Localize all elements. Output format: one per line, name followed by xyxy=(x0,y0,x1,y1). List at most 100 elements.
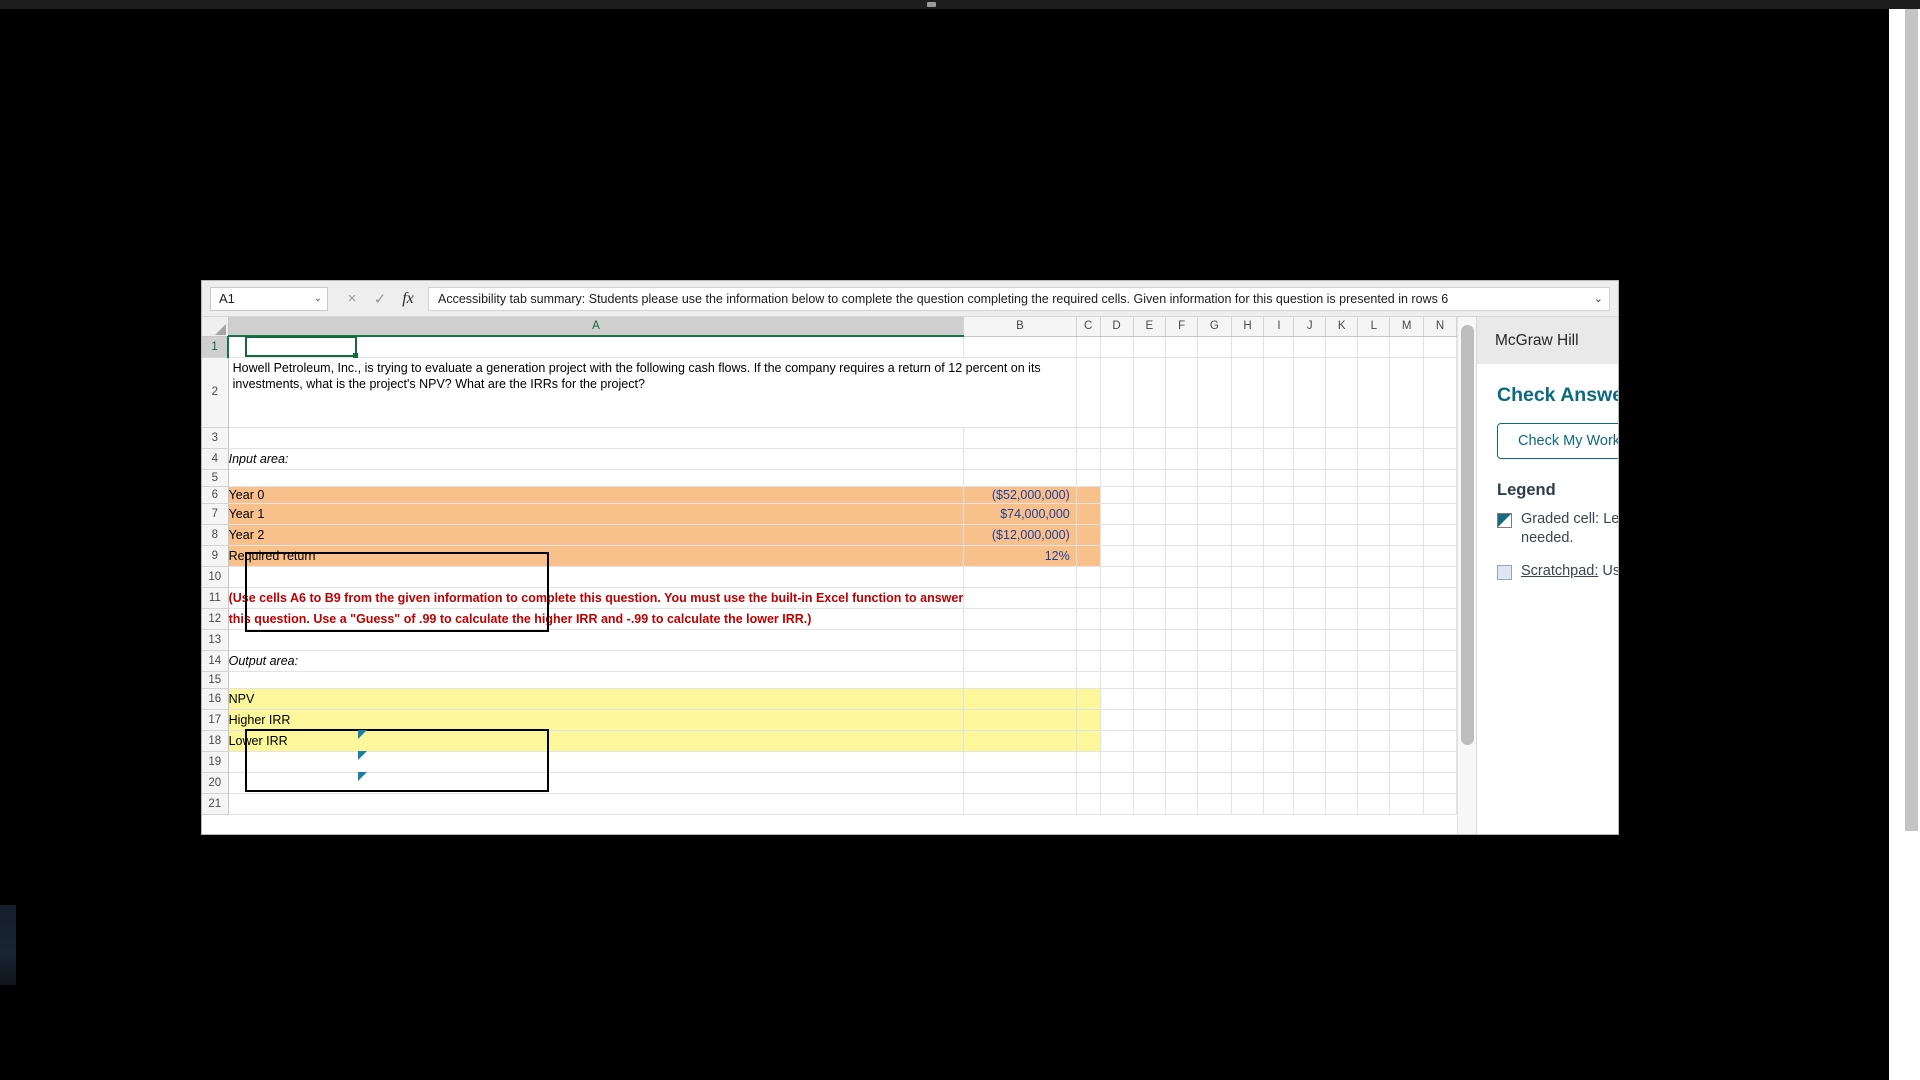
cell-h11[interactable] xyxy=(1231,587,1265,609)
column-header-l[interactable]: L xyxy=(1357,317,1391,337)
check-my-work-button[interactable]: Check My Work xyxy=(1497,423,1618,459)
cell-k15[interactable] xyxy=(1325,671,1359,689)
cell-c10[interactable] xyxy=(1076,566,1101,588)
cell-n2[interactable] xyxy=(1423,357,1457,428)
column-header-f[interactable]: F xyxy=(1165,317,1199,337)
cell-j21[interactable] xyxy=(1293,793,1326,815)
cell-e8[interactable] xyxy=(1133,524,1167,546)
cell-j8[interactable] xyxy=(1293,524,1326,546)
cell-e13[interactable] xyxy=(1133,629,1167,651)
cell-k19[interactable] xyxy=(1325,751,1359,773)
cell-n1[interactable] xyxy=(1423,336,1457,358)
cell-h13[interactable] xyxy=(1231,629,1265,651)
cell-e9[interactable] xyxy=(1133,545,1167,567)
column-header-a[interactable]: A xyxy=(228,317,965,337)
cell-a3[interactable] xyxy=(228,427,965,449)
cell-j14[interactable] xyxy=(1293,650,1326,672)
cell-i8[interactable] xyxy=(1263,524,1295,546)
column-header-j[interactable]: J xyxy=(1293,317,1326,337)
cell-b17[interactable] xyxy=(963,709,1077,731)
cell-g11[interactable] xyxy=(1197,587,1232,609)
window-scrollbar-track[interactable] xyxy=(1889,9,1903,1080)
cell-f19[interactable] xyxy=(1165,751,1199,773)
cell-h18[interactable] xyxy=(1231,730,1265,752)
cell-e1[interactable] xyxy=(1133,336,1167,358)
cell-h2[interactable] xyxy=(1231,357,1265,428)
cell-a10[interactable] xyxy=(228,566,965,588)
row-header-8[interactable]: 8 xyxy=(202,524,229,546)
cell-b16[interactable] xyxy=(963,688,1077,710)
cell-g4[interactable] xyxy=(1197,448,1232,470)
cell-l6[interactable] xyxy=(1357,486,1391,504)
cell-n17[interactable] xyxy=(1423,709,1457,731)
scratchpad-link[interactable]: Scratchpad: xyxy=(1521,563,1598,579)
cell-e20[interactable] xyxy=(1133,772,1167,794)
cell-f5[interactable] xyxy=(1165,469,1199,487)
cell-m16[interactable] xyxy=(1389,688,1424,710)
cell-c20[interactable] xyxy=(1076,772,1101,794)
cell-c3[interactable] xyxy=(1076,427,1101,449)
cell-i16[interactable] xyxy=(1263,688,1295,710)
formula-input[interactable]: Accessibility tab summary: Students plea… xyxy=(428,286,1610,311)
cell-c15[interactable] xyxy=(1076,671,1101,689)
cell-f21[interactable] xyxy=(1165,793,1199,815)
cell-b13[interactable] xyxy=(963,629,1077,651)
cell-i19[interactable] xyxy=(1263,751,1295,773)
cell-i14[interactable] xyxy=(1263,650,1295,672)
cell-g20[interactable] xyxy=(1197,772,1232,794)
cell-a17[interactable]: Higher IRR xyxy=(228,709,965,731)
cell-j13[interactable] xyxy=(1293,629,1326,651)
cell-c12[interactable] xyxy=(1076,608,1101,630)
cell-n16[interactable] xyxy=(1423,688,1457,710)
cell-b6[interactable]: ($52,000,000) xyxy=(963,486,1077,504)
row-header-3[interactable]: 3 xyxy=(202,427,229,449)
cell-g18[interactable] xyxy=(1197,730,1232,752)
cell-i10[interactable] xyxy=(1263,566,1295,588)
row-header-20[interactable]: 20 xyxy=(202,772,229,794)
cell-e12[interactable] xyxy=(1133,608,1167,630)
cell-g10[interactable] xyxy=(1197,566,1232,588)
cell-i12[interactable] xyxy=(1263,608,1295,630)
cell-k17[interactable] xyxy=(1325,709,1359,731)
cell-j12[interactable] xyxy=(1293,608,1326,630)
cell-c16[interactable] xyxy=(1076,688,1101,710)
cell-m4[interactable] xyxy=(1389,448,1424,470)
cell-e16[interactable] xyxy=(1133,688,1167,710)
cell-j10[interactable] xyxy=(1293,566,1326,588)
cell-i1[interactable] xyxy=(1263,336,1295,358)
cell-n5[interactable] xyxy=(1423,469,1457,487)
cell-m15[interactable] xyxy=(1389,671,1424,689)
cancel-icon[interactable]: × xyxy=(338,286,366,312)
row-header-16[interactable]: 16 xyxy=(202,688,229,710)
cell-b21[interactable] xyxy=(963,793,1077,815)
cell-d6[interactable] xyxy=(1100,486,1134,504)
row-header-12[interactable]: 12 xyxy=(202,608,229,630)
row-header-7[interactable]: 7 xyxy=(202,503,229,525)
cell-c11[interactable] xyxy=(1076,587,1101,609)
cell-j20[interactable] xyxy=(1293,772,1326,794)
cell-f15[interactable] xyxy=(1165,671,1199,689)
cell-e10[interactable] xyxy=(1133,566,1167,588)
cell-j11[interactable] xyxy=(1293,587,1326,609)
cell-m3[interactable] xyxy=(1389,427,1424,449)
cell-a19[interactable] xyxy=(228,751,965,773)
cell-l10[interactable] xyxy=(1357,566,1391,588)
cell-d19[interactable] xyxy=(1100,751,1134,773)
cell-d11[interactable] xyxy=(1100,587,1134,609)
cell-b8[interactable]: ($12,000,000) xyxy=(963,524,1077,546)
column-header-d[interactable]: D xyxy=(1100,317,1134,337)
cell-l1[interactable] xyxy=(1357,336,1391,358)
cell-a4[interactable]: Input area: xyxy=(228,448,965,470)
cell-g19[interactable] xyxy=(1197,751,1232,773)
cell-c13[interactable] xyxy=(1076,629,1101,651)
cell-c8[interactable] xyxy=(1076,524,1101,546)
cell-g8[interactable] xyxy=(1197,524,1232,546)
cell-j1[interactable] xyxy=(1293,336,1326,358)
cell-f18[interactable] xyxy=(1165,730,1199,752)
row-header-5[interactable]: 5 xyxy=(202,469,229,487)
cell-c9[interactable] xyxy=(1076,545,1101,567)
cell-g7[interactable] xyxy=(1197,503,1232,525)
cell-l16[interactable] xyxy=(1357,688,1391,710)
column-header-b[interactable]: B xyxy=(963,317,1077,337)
cell-k16[interactable] xyxy=(1325,688,1359,710)
